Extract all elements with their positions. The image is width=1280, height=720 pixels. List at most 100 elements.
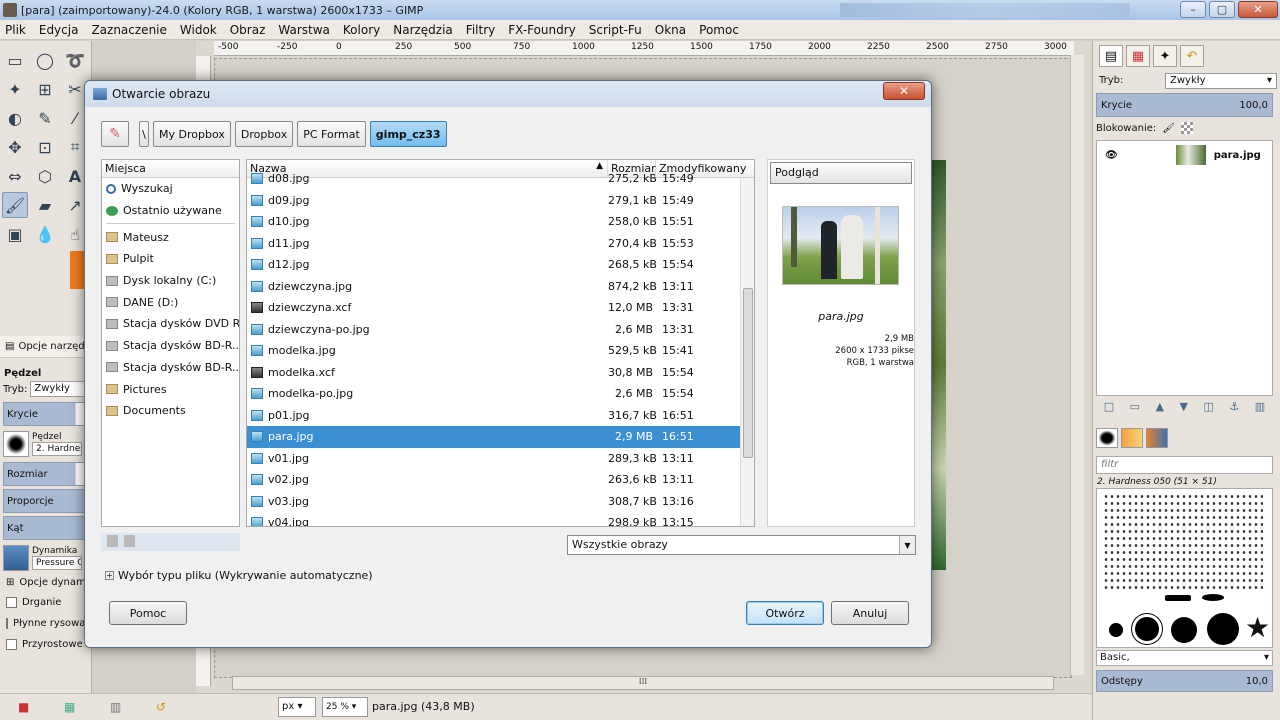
menu-okna[interactable]: Okna (655, 23, 686, 37)
place-bd-drive-1[interactable]: Stacja dysków BD-R... (102, 335, 239, 357)
delete-layer-icon[interactable]: ▥ (1255, 400, 1265, 413)
brush-spacing-slider[interactable]: Odstępy 10,0 (1096, 670, 1273, 692)
cage-icon[interactable]: ⬡ (32, 163, 58, 189)
angle-slider[interactable]: Kąt (3, 516, 89, 540)
lower-layer-icon[interactable]: ▼ (1180, 400, 1188, 413)
add-bookmark-icon[interactable] (107, 535, 118, 547)
brush-filter-input[interactable]: filtr (1096, 456, 1273, 474)
place-search[interactable]: Wyszukaj (102, 178, 239, 200)
size-slider[interactable]: Rozmiar (3, 462, 89, 486)
paths-icon[interactable]: ✎ (32, 105, 58, 131)
path-button-my-dropbox[interactable]: My Dropbox (153, 121, 231, 147)
edit-location-icon[interactable]: ✎ (101, 121, 129, 147)
layer-group-icon[interactable]: ▭ (1130, 400, 1140, 413)
file-row-selected[interactable]: para.jpg 2,9 MB 16:51 (247, 426, 754, 448)
mode-select[interactable]: Zwykły (30, 381, 89, 397)
layer-row[interactable]: 👁 para.jpg (1097, 141, 1272, 169)
jitter-checkbox[interactable]: Drganie (0, 592, 92, 613)
dialog-close-button[interactable]: ✕ (883, 82, 925, 100)
select-by-color-icon[interactable]: ⊞ (32, 76, 58, 102)
clone-icon[interactable]: ▣ (2, 221, 28, 247)
remove-bookmark-icon[interactable] (124, 535, 135, 547)
place-pictures[interactable]: Pictures (102, 378, 239, 400)
flip-icon[interactable]: ⇔ (2, 163, 28, 189)
channels-tab-icon[interactable]: ▦ (1126, 45, 1150, 67)
path-button-gimp-cz33[interactable]: gimp_cz33 (369, 121, 447, 147)
new-layer-icon[interactable]: □ (1104, 400, 1114, 413)
menu-narzedzia[interactable]: Narzędzia (393, 23, 453, 37)
gradients-tab-icon[interactable] (1146, 428, 1168, 448)
undo-tab-icon[interactable]: ↶ (1180, 45, 1204, 67)
incremental-checkbox[interactable]: Przyrostowe (0, 634, 92, 655)
brush-dot-medium[interactable] (1171, 617, 1197, 643)
layer-mode-select[interactable]: Zwykły ▾ (1165, 73, 1277, 89)
place-documents[interactable]: Documents (102, 400, 239, 422)
preview-button[interactable]: Podgląd (770, 162, 912, 184)
path-button-pc-format[interactable]: PC Format (297, 121, 366, 147)
trash-icon[interactable]: ▥ (110, 700, 124, 714)
brush-ellipse[interactable] (1202, 594, 1224, 601)
move-icon[interactable]: ✥ (2, 134, 28, 160)
file-filter-select[interactable]: Wszystkie obrazy ▼ (567, 535, 916, 555)
eraser-icon[interactable]: ▰ (32, 192, 58, 218)
brush-dot-small[interactable] (1109, 623, 1123, 637)
foreground-select-icon[interactable]: ◐ (2, 105, 28, 131)
file-row[interactable]: v02.jpg 263,6 kB 13:11 (247, 469, 754, 491)
export-icon[interactable]: ▦ (64, 700, 78, 714)
place-drive-d[interactable]: DANE (D:) (102, 291, 239, 313)
file-row[interactable]: dziewczyna.xcf 12,0 MB 13:31 (247, 297, 754, 319)
column-size[interactable]: Rozmiar (608, 160, 656, 177)
unit-select[interactable]: px ▾ (278, 697, 316, 717)
brush-set-select[interactable]: Basic, ▾ (1096, 650, 1273, 666)
file-row[interactable]: d12.jpg 268,5 kB 15:54 (247, 254, 754, 276)
fuzzy-select-icon[interactable]: ✦ (2, 76, 28, 102)
file-list-scrollbar[interactable] (740, 178, 754, 526)
menu-script-fu[interactable]: Script-Fu (589, 23, 642, 37)
save-icon[interactable]: ■ (18, 700, 32, 714)
lock-pixels-icon[interactable]: 🖌 (1162, 123, 1175, 134)
menu-plik[interactable]: Plik (5, 23, 26, 37)
file-row[interactable]: d09.jpg 279,1 kB 15:49 (247, 190, 754, 212)
maximize-button[interactable]: ▢ (1209, 1, 1235, 18)
place-mateusz[interactable]: Mateusz (102, 226, 239, 248)
menu-zaznaczenie[interactable]: Zaznaczenie (91, 23, 166, 37)
menu-warstwa[interactable]: Warstwa (278, 23, 330, 37)
star-brush-icon[interactable]: ★ (1245, 611, 1270, 644)
rect-select-icon[interactable]: ▭ (2, 47, 28, 73)
ellipse-select-icon[interactable]: ◯ (32, 47, 58, 73)
brush-preview-icon[interactable] (3, 431, 29, 457)
duplicate-layer-icon[interactable]: ◫ (1204, 400, 1214, 413)
open-button[interactable]: Otwórz (746, 601, 824, 625)
tool-options-tab[interactable]: ▤ Opcje narzędzi (0, 336, 92, 358)
file-row[interactable]: d10.jpg 258,0 kB 15:51 (247, 211, 754, 233)
brush-name-field[interactable]: 2. Hardness (32, 442, 82, 456)
menu-filtry[interactable]: Filtry (466, 23, 495, 37)
close-window-button[interactable]: ✕ (1238, 1, 1278, 18)
anchor-icon[interactable]: ⚓ (1229, 400, 1239, 413)
horizontal-scrollbar[interactable]: ⁞⁞⁞ (232, 676, 1054, 690)
paths-tab-icon[interactable]: ✦ (1153, 45, 1177, 67)
scrollbar-thumb[interactable] (743, 288, 753, 458)
file-row[interactable]: v04.jpg 298,9 kB 13:15 (247, 512, 754, 526)
free-select-icon[interactable]: ➰ (62, 47, 88, 73)
vertical-scrollbar[interactable] (1070, 55, 1084, 675)
smooth-checkbox[interactable]: Płynne rysowanie (0, 613, 92, 634)
file-row[interactable]: dziewczyna-po.jpg 2,6 MB 13:31 (247, 319, 754, 341)
align-icon[interactable]: ⊡ (32, 134, 58, 160)
place-dvd-drive[interactable]: Stacja dysków DVD R... (102, 313, 239, 335)
dynamics-icon[interactable] (3, 545, 29, 571)
layers-tab-icon[interactable]: ▤ (1099, 45, 1123, 67)
brush-grid[interactable]: ★ (1096, 488, 1273, 648)
place-pulpit[interactable]: Pulpit (102, 248, 239, 270)
file-row[interactable]: d11.jpg 270,4 kB 15:53 (247, 233, 754, 255)
lock-alpha-icon[interactable] (1180, 122, 1193, 134)
place-recent[interactable]: Ostatnio używane (102, 200, 239, 222)
file-row[interactable]: modelka.xcf 30,8 MB 15:54 (247, 362, 754, 384)
file-row[interactable]: p01.jpg 316,7 kB 16:51 (247, 405, 754, 427)
column-modified[interactable]: Zmodyfikowany (656, 160, 754, 177)
column-name[interactable]: Nazwa ▲ (247, 160, 608, 177)
file-row[interactable]: v03.jpg 308,7 kB 13:16 (247, 491, 754, 513)
paintbrush-icon[interactable]: 🖌 (2, 192, 28, 218)
place-drive-c[interactable]: Dysk lokalny (C:) (102, 270, 239, 292)
file-row[interactable]: modelka-po.jpg 2,6 MB 15:54 (247, 383, 754, 405)
